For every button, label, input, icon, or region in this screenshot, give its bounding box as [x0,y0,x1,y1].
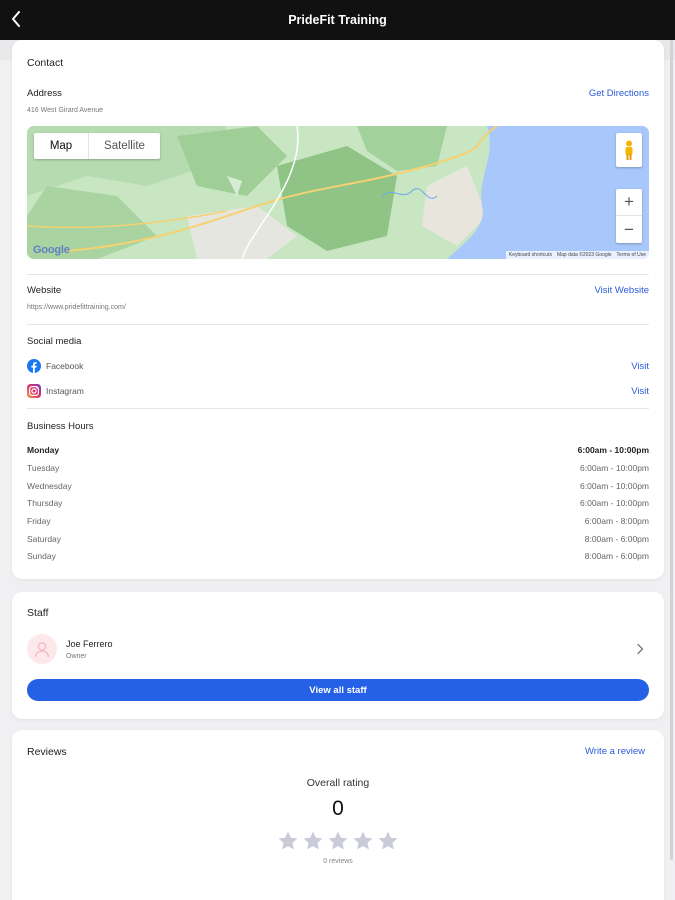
instagram-visit-link[interactable]: Visit [631,386,649,397]
star-icon [378,831,398,850]
hours-day: Thursday [27,498,63,508]
scrollbar[interactable] [670,40,673,860]
zoom-in-button[interactable]: + [616,189,642,216]
business-hours-label: Business Hours [27,421,94,432]
chevron-right-icon[interactable] [634,643,646,655]
social-media-label: Social media [27,336,82,347]
star-icon [353,831,373,850]
hours-day: Sunday [27,551,56,561]
overall-rating-value: 0 [332,797,344,820]
street-view-button[interactable] [616,133,642,167]
facebook-visit-link[interactable]: Visit [631,361,649,372]
hours-row-tuesday: Tuesday 6:00am - 10:00pm [27,463,649,473]
pegman-icon [625,140,633,160]
social-row-instagram: Instagram Visit [27,383,649,399]
divider [27,408,649,409]
divider [27,274,649,275]
map-data-text: Map data ©2023 Google [556,252,612,258]
social-row-facebook: Facebook Visit [27,358,649,374]
staff-member-name[interactable]: Joe Ferrero [66,639,113,649]
hours-row-monday: Monday 6:00am - 10:00pm [27,445,649,455]
hours-time: 8:00am - 6:00pm [584,551,649,561]
view-all-staff-button[interactable]: View all staff [27,679,649,701]
star-icon [303,831,323,850]
hours-day: Friday [27,516,51,526]
address-value: 416 West Girard Avenue [27,107,104,114]
person-icon [34,642,50,658]
map-type-toggle: Map Satellite [34,133,160,159]
staff-card: Staff Joe Ferrero Owner View all staff [12,592,664,719]
hours-time: 6:00am - 10:00pm [580,481,649,491]
overall-rating-label: Overall rating [306,777,370,789]
visit-website-link[interactable]: Visit Website [594,285,649,296]
divider [27,324,649,325]
hours-time: 6:00am - 10:00pm [580,498,649,508]
staff-heading: Staff [27,607,49,619]
address-label: Address [27,88,62,99]
terms-of-use-link[interactable]: Terms of Use [617,252,646,258]
instagram-label: Instagram [46,386,84,396]
hours-row-saturday: Saturday 8:00am - 6:00pm [27,534,649,544]
hours-time: 6:00am - 10:00pm [580,463,649,473]
contact-heading: Contact [27,57,64,69]
zoom-controls: + − [616,189,642,243]
map-toggle-satellite[interactable]: Satellite [88,133,160,159]
star-icon [328,831,348,850]
reviews-heading: Reviews [27,746,67,758]
map-view[interactable]: Map Satellite + − Google Keyboard shortc… [27,126,649,259]
staff-member-role: Owner [66,653,87,660]
map-attribution: Keyboard shortcuts Map data ©2023 Google… [505,251,649,259]
google-logo: Google [33,244,70,256]
zoom-out-button[interactable]: − [616,216,642,243]
hours-row-sunday: Sunday 8:00am - 6:00pm [27,551,649,561]
facebook-icon [27,359,41,373]
facebook-label: Facebook [46,361,84,371]
write-review-link[interactable]: Write a review [585,746,645,757]
star-icon [278,831,298,850]
hours-row-thursday: Thursday 6:00am - 10:00pm [27,498,649,508]
reviews-count: 0 reviews [323,858,353,865]
hours-day: Tuesday [27,463,60,473]
hours-time: 6:00am - 10:00pm [577,445,649,455]
contact-card: Contact Address 416 West Girard Avenue G… [12,40,664,579]
hours-time: 6:00am - 8:00pm [584,516,649,526]
page-title: PrideFit Training [288,13,387,27]
hours-row-wednesday: Wednesday 6:00am - 10:00pm [27,481,649,491]
website-value: https://www.pridefittraining.com/ [27,304,126,311]
instagram-icon [27,384,41,398]
hours-day: Saturday [27,534,62,544]
hours-row-friday: Friday 6:00am - 8:00pm [27,516,649,526]
avatar[interactable] [27,634,57,664]
star-rating [277,830,399,854]
hours-day: Wednesday [27,481,72,491]
keyboard-shortcuts-link[interactable]: Keyboard shortcuts [509,252,552,258]
hours-time: 8:00am - 6:00pm [584,534,649,544]
reviews-card: Reviews Write a review Overall rating 0 … [12,730,664,900]
map-toggle-map[interactable]: Map [34,133,88,159]
hours-day: Monday [27,445,60,455]
website-label: Website [27,285,62,296]
get-directions-link[interactable]: Get Directions [589,88,649,99]
